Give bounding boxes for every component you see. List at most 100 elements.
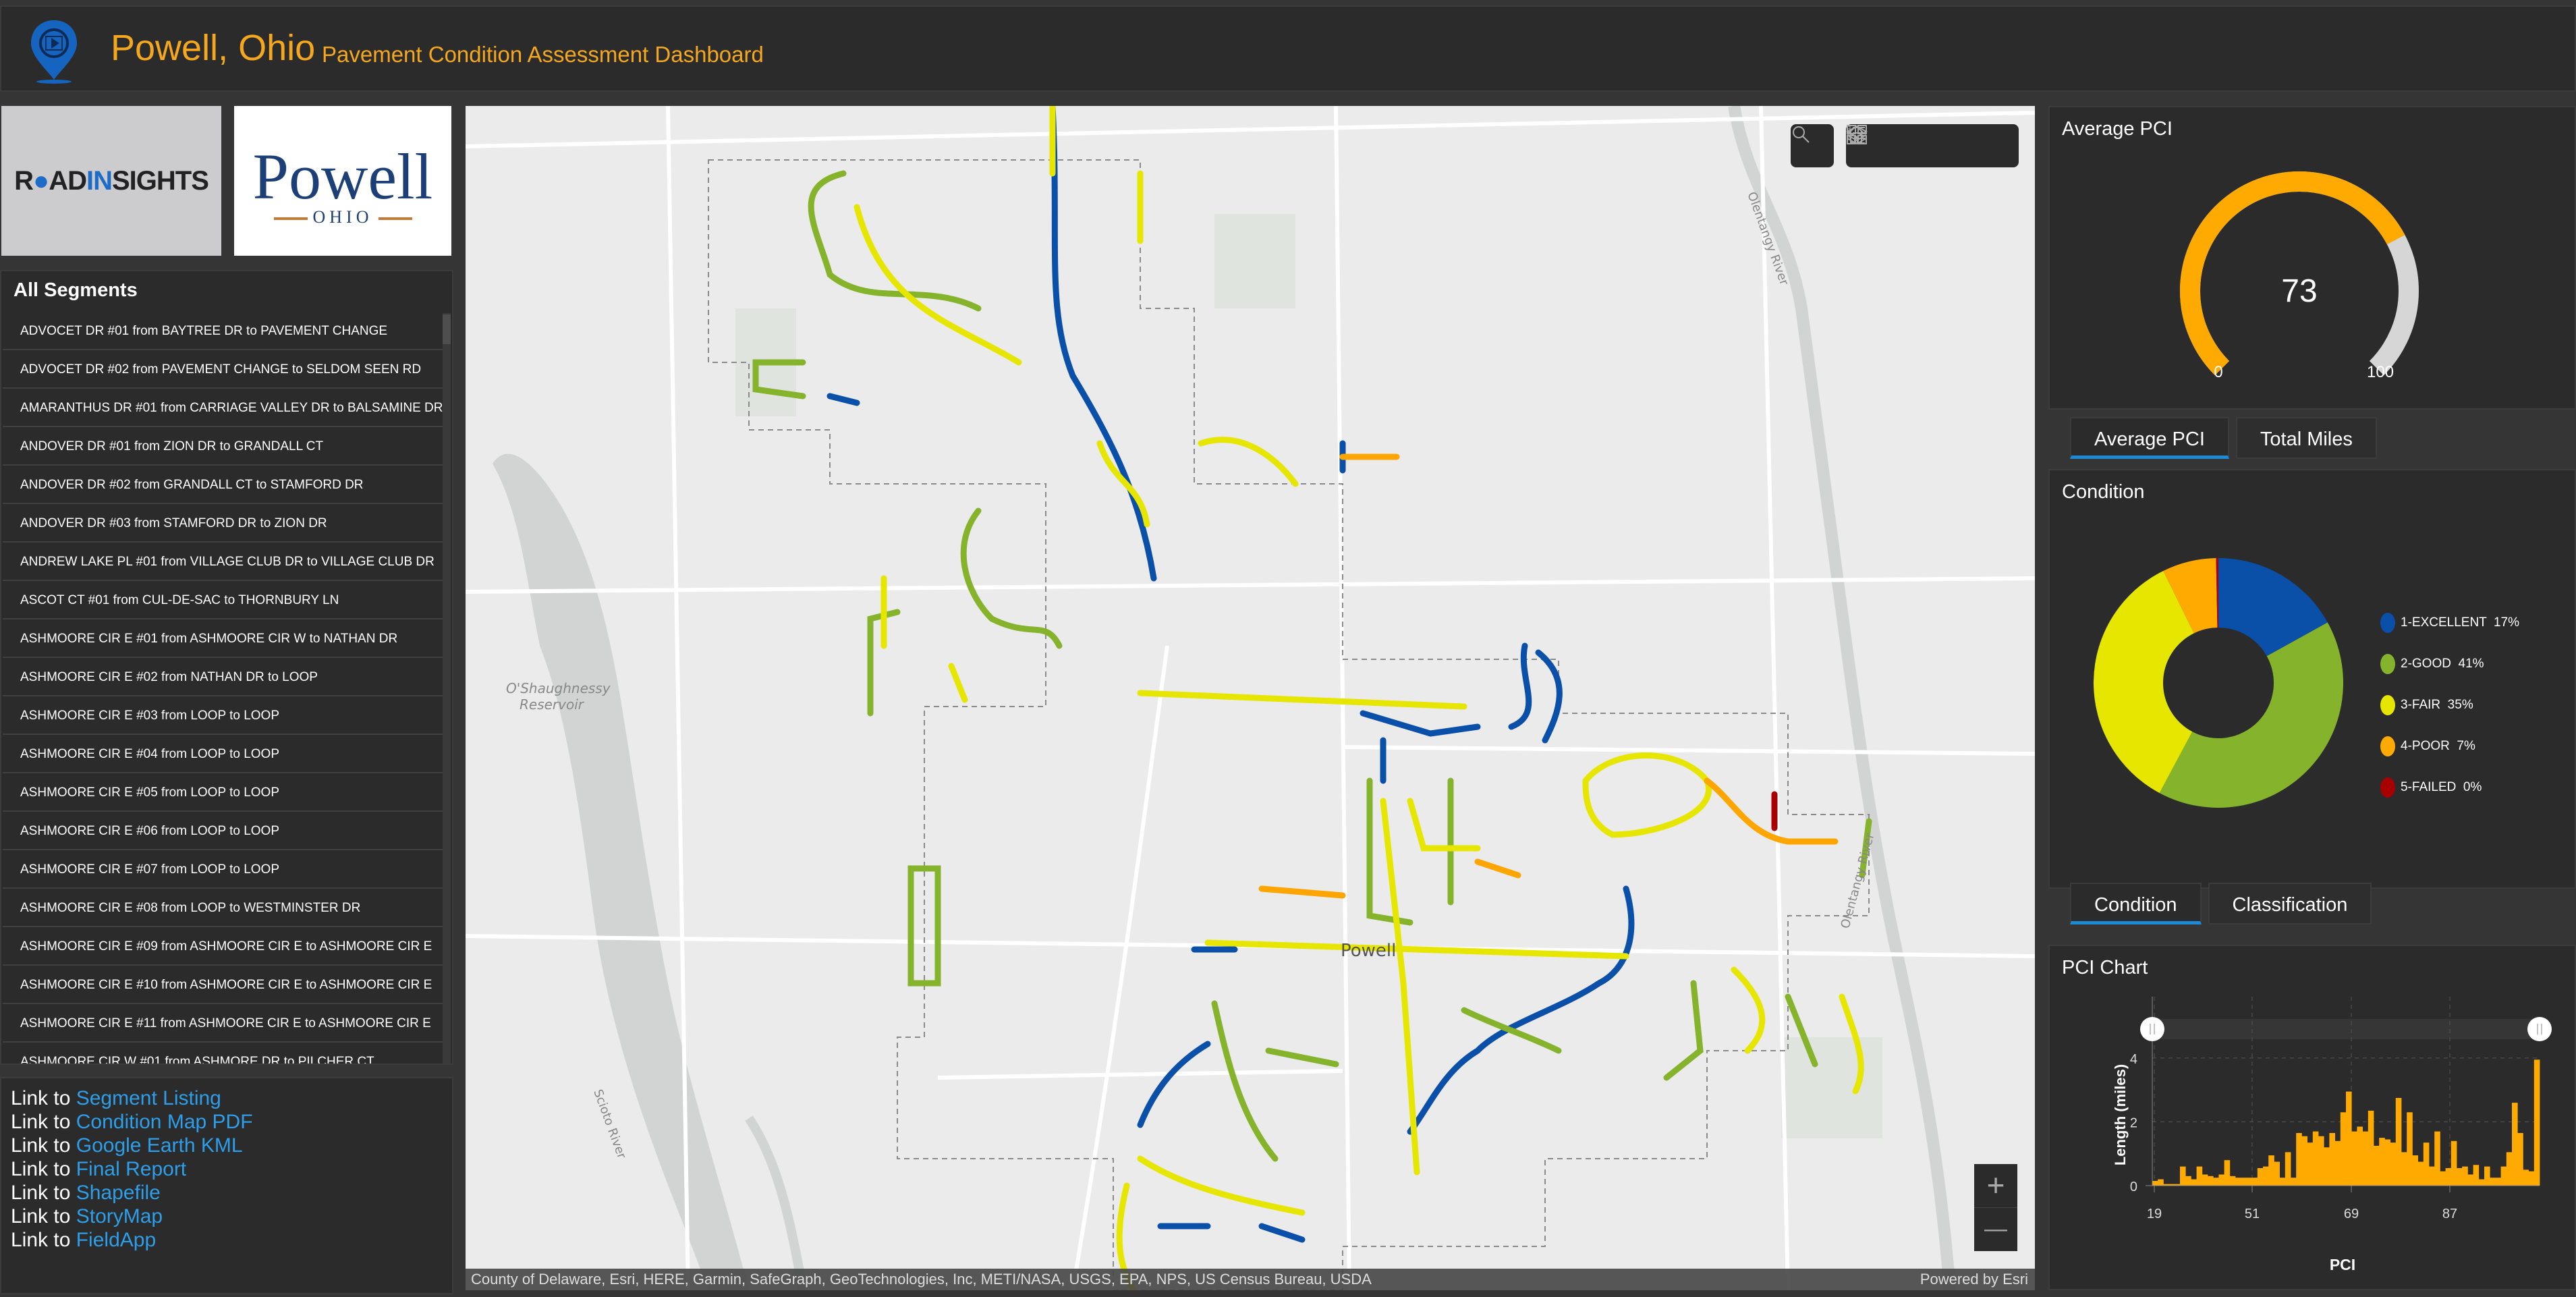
road-segment-fair[interactable] xyxy=(1582,752,1712,838)
histogram-bar[interactable] xyxy=(2467,1174,2473,1186)
histogram-bar[interactable] xyxy=(2429,1166,2435,1186)
histogram-bar[interactable] xyxy=(2384,1139,2390,1186)
histogram-bar[interactable] xyxy=(2229,1176,2236,1186)
histogram-bar[interactable] xyxy=(2218,1174,2224,1186)
segment-list-item[interactable]: ASHMOORE CIR E #11 from ASHMOORE CIR E t… xyxy=(3,1004,445,1043)
link-segment-listing[interactable]: Segment Listing xyxy=(76,1087,221,1109)
histogram-bar[interactable] xyxy=(2213,1178,2219,1186)
legend-item[interactable]: 1-EXCELLENT 17% xyxy=(2380,602,2519,643)
road-segment-good[interactable] xyxy=(1211,1000,1339,1162)
histogram-bar[interactable] xyxy=(2185,1176,2191,1186)
histogram-bar[interactable] xyxy=(2268,1155,2274,1186)
histogram-bar[interactable] xyxy=(2379,1138,2385,1186)
histogram-bar[interactable] xyxy=(2374,1145,2380,1186)
histogram-bar[interactable] xyxy=(2434,1131,2440,1186)
histogram-bar[interactable] xyxy=(2296,1133,2302,1186)
segment-list-item[interactable]: ADVOCET DR #01 from BAYTREE DR to PAVEME… xyxy=(3,312,445,350)
road-segment-fair[interactable] xyxy=(1137,690,1467,710)
segment-list-item[interactable]: ADVOCET DR #02 from PAVEMENT CHANGE to S… xyxy=(3,350,445,389)
histogram-bar[interactable] xyxy=(2307,1142,2314,1186)
road-segment-fair[interactable] xyxy=(1380,798,1420,1176)
pci-range-slider-track[interactable] xyxy=(2152,1019,2540,1039)
link-google-earth-kml[interactable]: Google Earth KML xyxy=(76,1134,243,1157)
segment-list-item[interactable]: ANDOVER DR #02 from GRANDALL CT to STAMF… xyxy=(3,466,445,504)
segment-list-item[interactable]: ANDOVER DR #03 from STAMFORD DR to ZION … xyxy=(3,504,445,543)
legend-item[interactable]: 3-FAIR 35% xyxy=(2380,684,2519,725)
histogram-bar[interactable] xyxy=(2362,1131,2369,1186)
histogram-bar[interactable] xyxy=(2301,1136,2307,1186)
histogram-bar[interactable] xyxy=(2395,1098,2402,1186)
histogram-bar[interactable] xyxy=(2512,1103,2518,1186)
histogram-bar[interactable] xyxy=(2263,1166,2269,1186)
segment-list-item[interactable]: ASHMOORE CIR E #10 from ASHMOORE CIR E t… xyxy=(3,966,445,1004)
segment-list-item[interactable]: ASHMOORE CIR E #02 from NATHAN DR to LOO… xyxy=(3,658,445,696)
donut-slice-2-good[interactable] xyxy=(2159,622,2343,808)
segment-list-item[interactable]: ASHMOORE CIR E #06 from LOOP to LOOP xyxy=(3,812,445,850)
search-button[interactable] xyxy=(1791,124,1834,167)
link-fieldapp[interactable]: FieldApp xyxy=(76,1229,156,1251)
segment-list-item[interactable]: ASHMOORE CIR W #01 from ASHMORE DR to PI… xyxy=(3,1043,445,1064)
map-view[interactable]: O'Shaughnessy Reservoir Olentangy River O… xyxy=(466,106,2035,1290)
histogram-bar[interactable] xyxy=(2478,1179,2485,1186)
powered-by-esri[interactable]: Powered by Esri xyxy=(1920,1269,2028,1290)
segment-list-item[interactable]: ASHMOORE CIR E #09 from ASHMOORE CIR E t… xyxy=(3,927,445,966)
histogram-bar[interactable] xyxy=(2285,1152,2291,1186)
tab-total-miles[interactable]: Total Miles xyxy=(2235,417,2377,459)
histogram-bar[interactable] xyxy=(2528,1171,2535,1186)
histogram-bar[interactable] xyxy=(2533,1059,2540,1186)
road-segment-excellent[interactable] xyxy=(1157,1223,1306,1243)
road-segment-excellent[interactable] xyxy=(1407,885,1635,1135)
road-segment-good[interactable] xyxy=(808,170,982,312)
histogram-bar[interactable] xyxy=(2257,1168,2264,1186)
legend-item[interactable]: 4-POOR 7% xyxy=(2380,725,2519,767)
link-shapefile[interactable]: Shapefile xyxy=(76,1182,161,1204)
road-segment-good[interactable] xyxy=(1461,1007,1562,1054)
histogram-bar[interactable] xyxy=(2517,1133,2523,1186)
histogram-bar[interactable] xyxy=(2417,1161,2424,1186)
legend-item[interactable]: 2-GOOD 41% xyxy=(2380,643,2519,684)
histogram-bar[interactable] xyxy=(2191,1179,2197,1186)
segment-list-item[interactable]: ASCOT CT #01 from CUL-DE-SAC to THORNBUR… xyxy=(3,581,445,619)
zoom-out-button[interactable]: — xyxy=(1974,1208,2017,1251)
histogram-bar[interactable] xyxy=(2484,1166,2490,1186)
segment-list-item[interactable]: ANDREW LAKE PL #01 from VILLAGE CLUB DR … xyxy=(3,543,445,581)
histogram-bar[interactable] xyxy=(2274,1161,2280,1186)
histogram-bar[interactable] xyxy=(2329,1133,2335,1186)
road-segment-poor[interactable] xyxy=(1474,858,1521,879)
road-segment-good[interactable] xyxy=(960,507,1063,649)
histogram-bar[interactable] xyxy=(2368,1110,2374,1186)
zoom-in-button[interactable]: + xyxy=(1974,1164,2017,1208)
histogram-bar[interactable] xyxy=(2445,1168,2452,1186)
histogram-bar[interactable] xyxy=(2506,1152,2513,1186)
segment-list-item[interactable]: ASHMOORE CIR E #05 from LOOP to LOOP xyxy=(3,773,445,812)
segment-list-item[interactable]: AMARANTHUS DR #01 from CARRIAGE VALLEY D… xyxy=(3,389,445,427)
road-segment-excellent[interactable] xyxy=(1137,1041,1211,1128)
range-min-handle[interactable] xyxy=(2140,1017,2164,1041)
road-segment-fair[interactable] xyxy=(1198,437,1299,487)
histogram-bar[interactable] xyxy=(2158,1179,2164,1186)
histogram-bar[interactable] xyxy=(2202,1174,2208,1186)
map-canvas[interactable]: O'Shaughnessy Reservoir Olentangy River O… xyxy=(466,106,2035,1290)
histogram-bar[interactable] xyxy=(2251,1178,2258,1186)
histogram-bar[interactable] xyxy=(2208,1176,2214,1186)
road-segment-fair[interactable] xyxy=(853,204,1022,366)
histogram-bar[interactable] xyxy=(2334,1140,2341,1186)
link-storymap[interactable]: StoryMap xyxy=(76,1205,163,1227)
histogram-bar[interactable] xyxy=(2412,1155,2418,1186)
tab-condition[interactable]: Condition xyxy=(2070,883,2202,925)
histogram-bar[interactable] xyxy=(2152,1180,2158,1186)
histogram-bar[interactable] xyxy=(2407,1112,2413,1186)
road-segment-excellent[interactable] xyxy=(827,393,860,406)
tab-classification[interactable]: Classification xyxy=(2208,883,2372,925)
segment-list-item[interactable]: ANDOVER DR #01 from ZION DR to GRANDALL … xyxy=(3,427,445,466)
histogram-bar[interactable] xyxy=(2246,1178,2252,1186)
road-segment-poor[interactable] xyxy=(1704,777,1839,845)
road-segment-poor[interactable] xyxy=(1258,885,1346,899)
histogram-bar[interactable] xyxy=(2500,1166,2507,1186)
histogram-bar[interactable] xyxy=(2357,1126,2363,1186)
segments-scrollbar[interactable] xyxy=(443,313,451,1064)
segments-scrollbar-thumb[interactable] xyxy=(443,314,451,344)
histogram-bar[interactable] xyxy=(2224,1160,2231,1186)
histogram-bar[interactable] xyxy=(2495,1178,2501,1186)
histogram-bar[interactable] xyxy=(2340,1112,2347,1186)
